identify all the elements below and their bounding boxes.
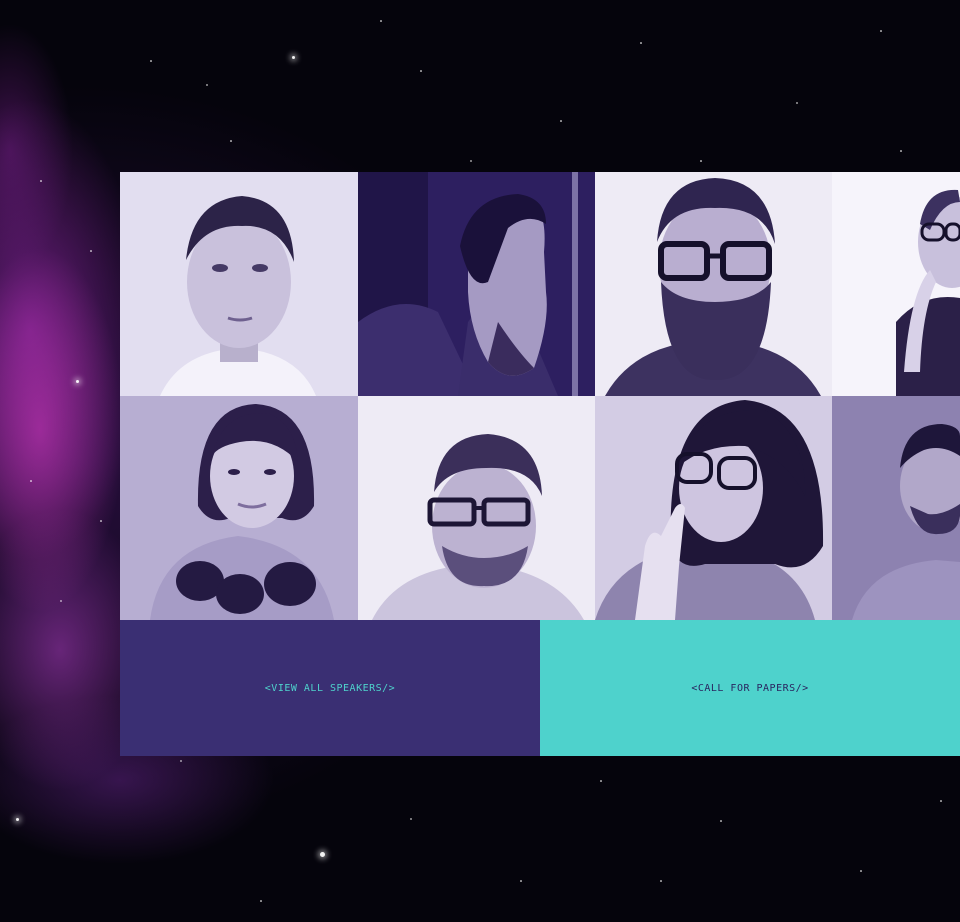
star (700, 160, 702, 162)
star (292, 56, 295, 59)
star (520, 880, 522, 882)
star (470, 160, 472, 162)
star (640, 42, 642, 44)
speaker-tile[interactable] (832, 172, 960, 396)
speaker-photo-man-dark-hair-partial (832, 396, 960, 620)
view-all-speakers-button[interactable]: <VIEW ALL SPEAKERS/> (120, 620, 540, 756)
star (940, 800, 942, 802)
speaker-tile[interactable] (595, 396, 832, 620)
speaker-tile[interactable] (358, 396, 595, 620)
view-all-speakers-label: <VIEW ALL SPEAKERS/> (264, 682, 396, 694)
call-for-papers-label: <CALL FOR PAPERS/> (691, 682, 809, 694)
star (560, 120, 562, 122)
star (100, 520, 102, 522)
star (180, 760, 182, 762)
star (600, 780, 602, 782)
star (720, 820, 722, 822)
star (90, 250, 92, 252)
star (320, 852, 325, 857)
star (410, 818, 412, 820)
cta-row: <VIEW ALL SPEAKERS/> <CALL FOR PAPERS/> (120, 620, 960, 756)
speaker-photo-man-glasses-beard (358, 396, 595, 620)
speaker-photo-man-short-hair (120, 172, 358, 396)
speaker-tile[interactable] (358, 172, 595, 396)
speaker-tile[interactable] (832, 396, 960, 620)
star (206, 84, 208, 86)
star (660, 880, 662, 882)
speaker-photo-man-beard-glasses (595, 172, 832, 396)
speakers-grid (120, 172, 960, 620)
speaker-tile[interactable] (120, 172, 358, 396)
star (30, 480, 32, 482)
star (40, 180, 42, 182)
star (76, 380, 79, 383)
star (420, 70, 422, 72)
speaker-tile[interactable] (595, 172, 832, 396)
star (796, 102, 798, 104)
speaker-photo-woman-bob-hair (120, 396, 358, 620)
speaker-photo-woman-glasses-finger (595, 396, 832, 620)
star (380, 20, 382, 22)
speaker-photo-woman-glasses-partial (832, 172, 960, 396)
speaker-photo-man-profile-dark (358, 172, 595, 396)
star (230, 140, 232, 142)
star (260, 900, 262, 902)
star (900, 150, 902, 152)
star (860, 870, 862, 872)
star (16, 818, 19, 821)
star (880, 30, 882, 32)
speaker-tile[interactable] (120, 396, 358, 620)
call-for-papers-button[interactable]: <CALL FOR PAPERS/> (540, 620, 960, 756)
star (150, 60, 152, 62)
star (60, 600, 62, 602)
